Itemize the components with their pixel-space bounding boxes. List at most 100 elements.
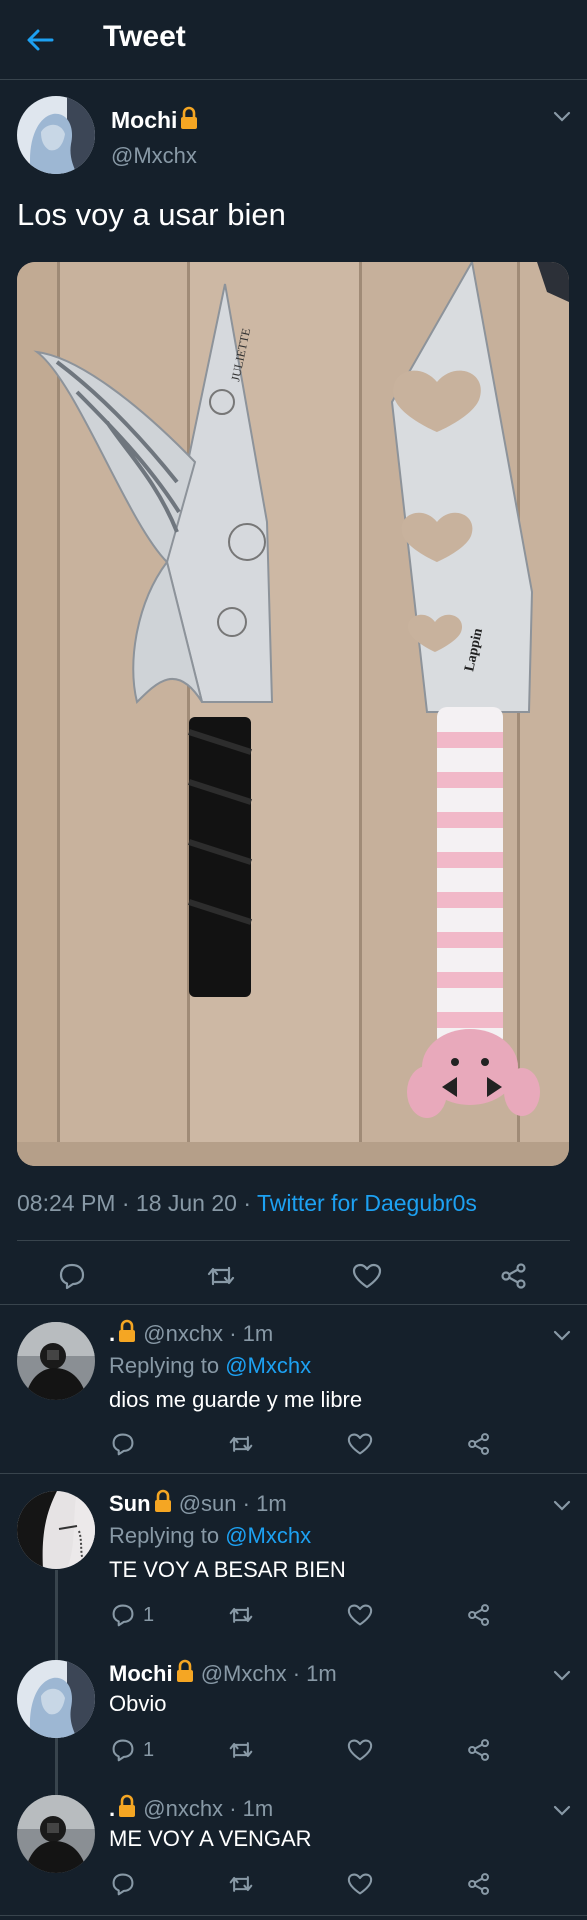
- tweet-text: Los voy a usar bien: [17, 197, 286, 232]
- reply-header: Sun @sun · 1m: [109, 1489, 287, 1516]
- reply-button[interactable]: [111, 1432, 143, 1456]
- reply-age: 1m: [256, 1491, 287, 1516]
- author-name[interactable]: Sun: [109, 1491, 151, 1516]
- share-button[interactable]: [467, 1432, 491, 1456]
- retweet-button[interactable]: [227, 1738, 255, 1762]
- tweet-action-bar: [0, 1248, 587, 1304]
- reply-icon[interactable]: [58, 1262, 86, 1290]
- mention-link[interactable]: @Mxchx: [225, 1523, 311, 1548]
- replying-to: Replying to @Mxchx: [109, 1523, 312, 1548]
- author-handle[interactable]: @Mxchx: [111, 143, 197, 169]
- share-icon[interactable]: [467, 1738, 491, 1762]
- like-button[interactable]: [347, 1603, 373, 1627]
- share-button[interactable]: [467, 1872, 491, 1896]
- retweet-button[interactable]: [227, 1603, 255, 1627]
- chevron-down-icon[interactable]: [552, 1329, 572, 1343]
- reply-tweet[interactable]: . @nxchx · 1m Replying to @Mxchx dios me…: [0, 1305, 587, 1475]
- reply-age: 1m: [306, 1661, 337, 1686]
- reply-action-bar: [109, 1432, 549, 1464]
- retweet-icon[interactable]: [227, 1872, 255, 1896]
- reply-button[interactable]: 1: [111, 1738, 154, 1762]
- divider: [0, 1915, 587, 1916]
- avatar[interactable]: [17, 1322, 95, 1400]
- chevron-down-icon[interactable]: [552, 1669, 572, 1683]
- reply-tweet[interactable]: . @nxchx · 1m ME VOY A VENGAR: [0, 1780, 587, 1915]
- lock-icon: [119, 1794, 136, 1817]
- retweet-button[interactable]: [227, 1432, 255, 1456]
- reply-tweet[interactable]: Mochi @Mxchx · 1m Obvio 1: [0, 1645, 587, 1780]
- reply-button[interactable]: 1: [111, 1603, 154, 1627]
- reply-icon[interactable]: [111, 1603, 135, 1627]
- like-icon[interactable]: [347, 1872, 373, 1896]
- tweet-source-link[interactable]: Twitter for Daegubr0s: [257, 1190, 477, 1216]
- reply-icon[interactable]: [111, 1432, 135, 1456]
- lock-icon: [176, 1659, 193, 1682]
- like-icon[interactable]: [352, 1262, 382, 1290]
- author-handle[interactable]: @sun: [179, 1491, 237, 1516]
- tweet-meta: 08:24 PM · 18 Jun 20 · Twitter for Daegu…: [17, 1190, 477, 1216]
- tweet-time: 08:24 PM: [17, 1190, 116, 1216]
- avatar[interactable]: [17, 1491, 95, 1569]
- avatar[interactable]: [17, 1660, 95, 1738]
- reply-action-bar: 1: [109, 1603, 549, 1635]
- author-name[interactable]: Mochi: [109, 1661, 173, 1686]
- divider: [17, 1240, 570, 1241]
- reply-age: 1m: [242, 1796, 274, 1821]
- reply-action-bar: 1: [109, 1738, 549, 1770]
- avatar[interactable]: [17, 1795, 95, 1873]
- chevron-down-icon[interactable]: [552, 1499, 572, 1513]
- like-button[interactable]: [347, 1872, 373, 1896]
- reply-tweet[interactable]: Sun @sun · 1m Replying to @Mxchx TE VOY …: [0, 1475, 587, 1645]
- share-icon[interactable]: [467, 1872, 491, 1896]
- lock-icon: [181, 106, 198, 129]
- reply-icon[interactable]: [111, 1738, 135, 1762]
- reply-count: 1: [143, 1738, 155, 1761]
- author-name[interactable]: .: [109, 1321, 115, 1346]
- divider: [0, 1473, 587, 1474]
- like-icon[interactable]: [347, 1603, 373, 1627]
- chevron-down-icon[interactable]: [552, 1804, 572, 1818]
- author-handle[interactable]: @nxchx: [143, 1796, 223, 1821]
- retweet-icon[interactable]: [227, 1432, 255, 1456]
- mention-link[interactable]: @Mxchx: [225, 1353, 311, 1378]
- arrow-left-icon[interactable]: [24, 24, 56, 56]
- share-button[interactable]: [467, 1738, 491, 1762]
- author-name[interactable]: .: [109, 1796, 115, 1821]
- reply-header: . @nxchx · 1m: [109, 1319, 274, 1346]
- tweet-image[interactable]: JULIETTE Lappin: [17, 262, 569, 1166]
- like-button[interactable]: [347, 1738, 373, 1762]
- tweet-date: 18 Jun 20: [135, 1190, 237, 1216]
- share-icon[interactable]: [500, 1262, 528, 1290]
- reply-icon[interactable]: [111, 1872, 135, 1896]
- retweet-icon[interactable]: [227, 1738, 255, 1762]
- reply-button[interactable]: [111, 1872, 143, 1896]
- chevron-down-icon[interactable]: [552, 110, 572, 124]
- reply-action-bar: [109, 1872, 549, 1904]
- reply-text: ME VOY A VENGAR: [109, 1826, 312, 1851]
- top-bar: Tweet: [0, 0, 587, 80]
- replying-to: Replying to @Mxchx: [109, 1353, 312, 1378]
- reply-text: TE VOY A BESAR BIEN: [109, 1557, 346, 1582]
- reply-header: . @nxchx · 1m: [109, 1794, 274, 1821]
- share-icon[interactable]: [467, 1432, 491, 1456]
- retweet-button[interactable]: [227, 1872, 255, 1896]
- reply-text: dios me guarde y me libre: [109, 1387, 363, 1412]
- like-icon[interactable]: [347, 1432, 373, 1456]
- author-name-row[interactable]: Mochi: [111, 106, 199, 134]
- lock-icon: [154, 1489, 171, 1512]
- main-tweet: Mochi @Mxchx Los voy a usar bien JULIETT…: [0, 80, 587, 1305]
- reply-age: 1m: [242, 1321, 274, 1346]
- author-handle[interactable]: @Mxchx: [201, 1661, 287, 1686]
- share-icon[interactable]: [467, 1603, 491, 1627]
- share-button[interactable]: [467, 1603, 491, 1627]
- retweet-icon[interactable]: [227, 1603, 255, 1627]
- retweet-icon[interactable]: [205, 1262, 237, 1290]
- reply-text: Obvio: [109, 1691, 167, 1716]
- like-button[interactable]: [347, 1432, 373, 1456]
- reply-count: 1: [143, 1603, 155, 1626]
- like-icon[interactable]: [347, 1738, 373, 1762]
- author-name[interactable]: Mochi: [111, 107, 177, 133]
- author-handle[interactable]: @nxchx: [143, 1321, 223, 1346]
- lock-icon: [119, 1319, 136, 1342]
- avatar[interactable]: [17, 96, 95, 174]
